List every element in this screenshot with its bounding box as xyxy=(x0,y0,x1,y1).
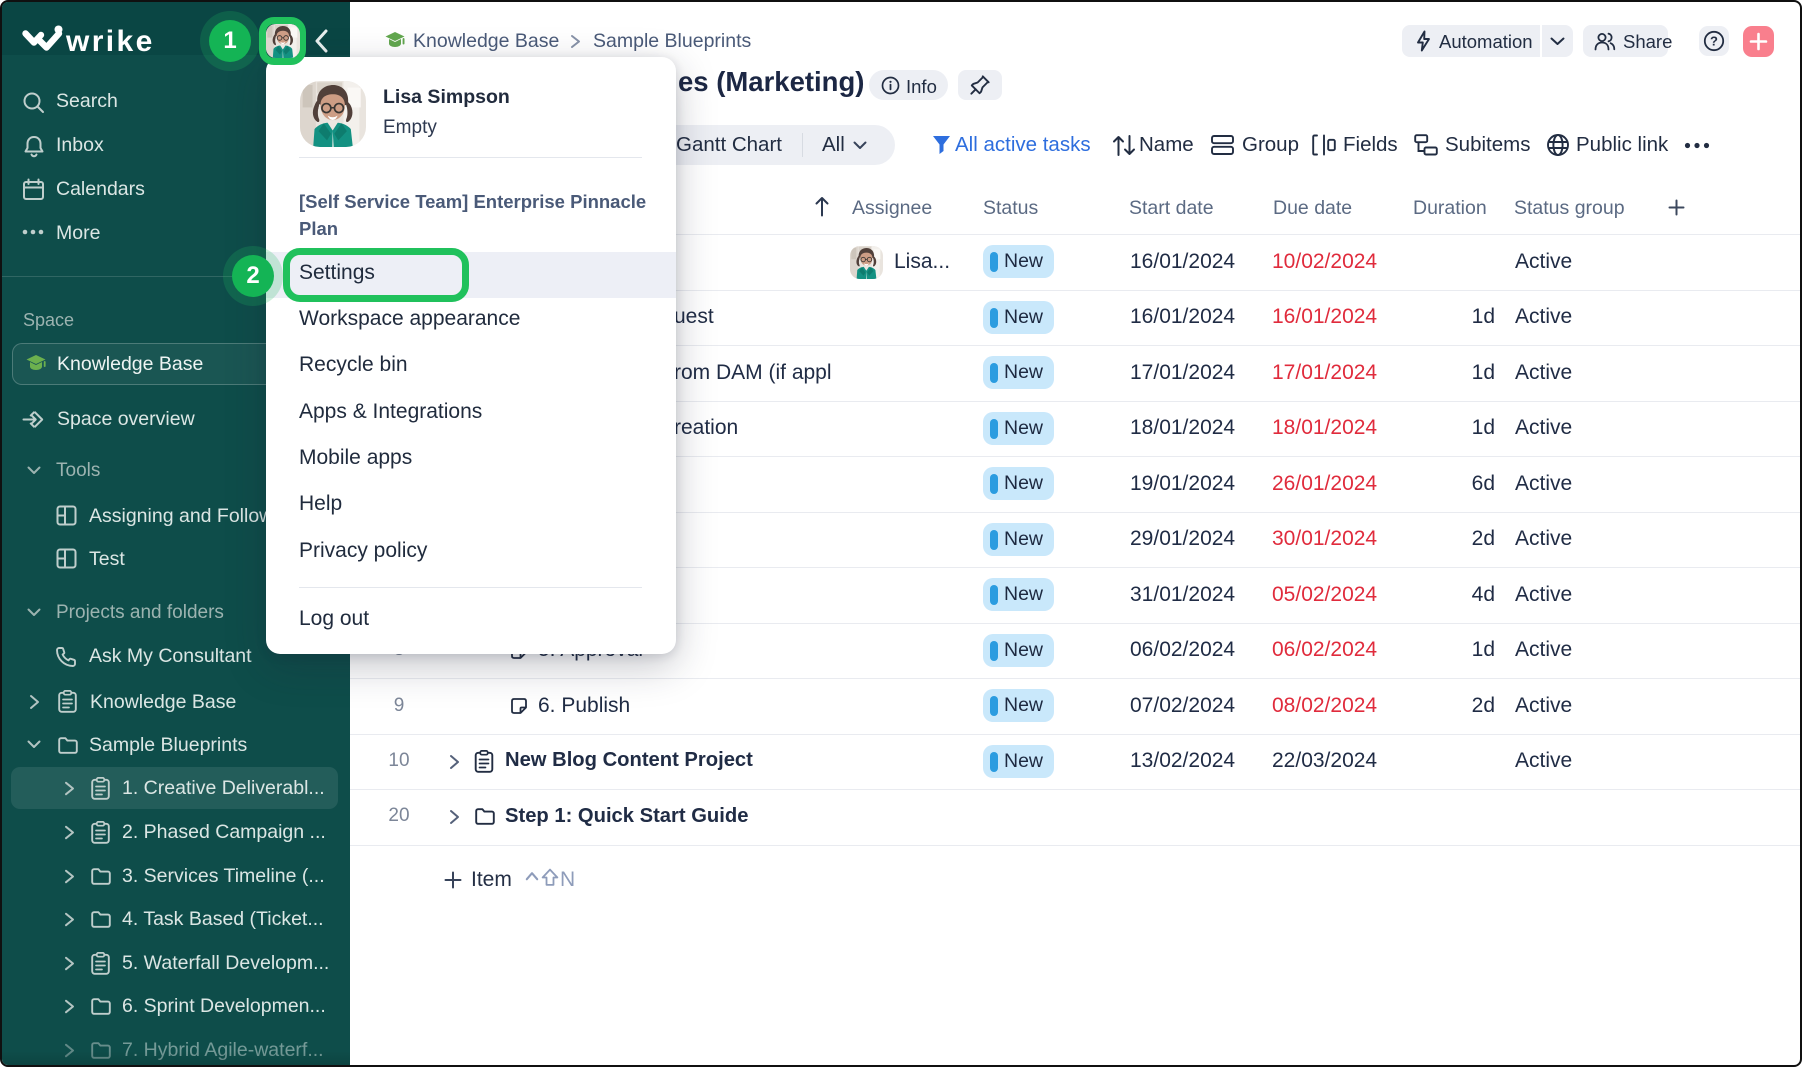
svg-text:?: ? xyxy=(1710,34,1718,49)
